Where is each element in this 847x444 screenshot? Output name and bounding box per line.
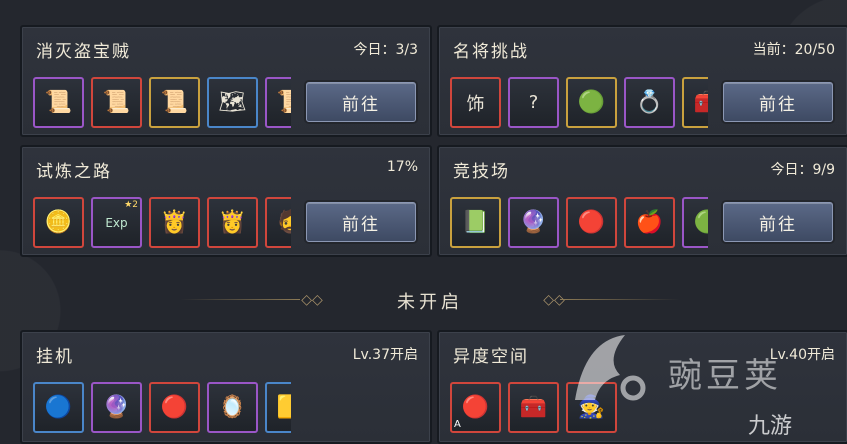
panel-status: 今日：3/3 (353, 42, 418, 58)
reward-item[interactable]: 🧔 (265, 197, 291, 248)
gold-scroll-icon: 📜 (160, 90, 189, 115)
red-fruit-icon: 🍎 (635, 210, 664, 235)
panel-generals: 名将挑战 当前：20/50 饰? 🟢 💍 🧰 前往 (437, 25, 847, 137)
unknown-item-icon: ? (528, 92, 539, 113)
ornament-shield-icon: 饰 (466, 93, 485, 115)
watermark-bird-logo-icon (575, 335, 646, 401)
hero-portrait-icon: 👸 (218, 210, 247, 235)
jade-token-icon: 📗 (461, 210, 490, 235)
panel-title: 异度空间 (453, 347, 529, 367)
panel-status: 当前：20/50 (752, 42, 835, 58)
blue-orb-icon: 🔵 (44, 395, 73, 420)
panel-idle: 挂机 Lv.37开启 🔵 🔮 🔴 🪞 🟨 (20, 330, 432, 444)
reward-item[interactable]: 🔴 A (450, 382, 501, 433)
reward-items: 📜 📜 📜 🗺 📜 (33, 77, 291, 129)
star-badge: ★2 (124, 200, 138, 210)
gold-coin-icon: 🪙 (44, 210, 73, 235)
exp-book-icon: Exp (105, 215, 128, 230)
jade-pendant-icon: 🟢 (577, 90, 606, 115)
reward-items: 🪙 Exp ★2 👸 👸 🧔 (33, 197, 291, 249)
reward-item[interactable]: ? (508, 77, 559, 128)
reward-item[interactable]: 🟢 (566, 77, 617, 128)
reward-item[interactable]: Exp ★2 (91, 197, 142, 248)
reward-item[interactable]: 饰 (450, 77, 501, 128)
reward-item[interactable]: 📜 (33, 77, 84, 128)
reward-item[interactable]: 👸 (207, 197, 258, 248)
reward-item[interactable]: 💍 (624, 77, 675, 128)
watermark-text: 豌豆荚 (668, 356, 782, 396)
divider-line (560, 299, 680, 300)
reward-items: 📗 🔮 🔴 🍎 🟢 (450, 197, 708, 249)
reward-item[interactable]: 🍎 (624, 197, 675, 248)
reward-items: 饰? 🟢 💍 🧰 (450, 77, 708, 129)
reward-items: 🔵 🔮 🔴 🪞 🟨 (33, 382, 291, 434)
reward-item[interactable]: 📗 (450, 197, 501, 248)
gold-bar-icon: 🟨 (276, 395, 291, 420)
purple-orb-icon: 🔮 (102, 395, 131, 420)
mystery-frame-icon: 🪞 (218, 395, 247, 420)
hero-portrait-icon: 🧔 (276, 210, 291, 235)
treasure-chest-icon: 🧰 (519, 395, 548, 420)
reward-item[interactable]: 🧰 (508, 382, 559, 433)
panel-title: 试炼之路 (36, 162, 112, 182)
red-orb-chest-icon: 🔴 (577, 210, 606, 235)
panel-status: 17% (386, 159, 418, 175)
panel-trial: 试炼之路 17% 🪙 Exp ★2 👸 👸 🧔 前往 (20, 145, 432, 257)
go-button[interactable]: 前往 (306, 82, 416, 122)
panel-title: 消灭盗宝贼 (36, 42, 131, 62)
panel-status: 今日：9/9 (770, 162, 835, 178)
ring-icon: 💍 (635, 90, 664, 115)
purple-orb-icon: 🔮 (519, 210, 548, 235)
reward-item[interactable]: 📜 (149, 77, 200, 128)
green-orb-icon: 🟢 (693, 210, 708, 235)
panel-arena: 竞技场 今日：9/9 📗 🔮 🔴 🍎 🟢 前往 (437, 145, 847, 257)
go-button[interactable]: 前往 (723, 202, 833, 242)
reward-item[interactable]: 🧰 (682, 77, 708, 128)
chest-icon: 🧰 (693, 90, 708, 115)
panel-thieves: 消灭盗宝贼 今日：3/3 📜 📜 📜 🗺 📜 前往 (20, 25, 432, 137)
go-button[interactable]: 前往 (306, 202, 416, 242)
red-chest-icon: 🔴 (461, 395, 490, 420)
reward-item[interactable]: 🔴 (149, 382, 200, 433)
reward-item[interactable]: 🔴 (566, 197, 617, 248)
reward-item[interactable]: 📜 (91, 77, 142, 128)
go-button[interactable]: 前往 (723, 82, 833, 122)
reward-item[interactable]: 📜 (265, 77, 291, 128)
reward-item[interactable]: 🟢 (682, 197, 708, 248)
reward-item[interactable]: 🔵 (33, 382, 84, 433)
red-scroll-icon: 📜 (102, 90, 131, 115)
locked-divider: ◇◇ 未开启 ◇◇ (180, 286, 680, 314)
watermark-9game-logo: 九游 (748, 414, 793, 439)
locked-label: 未开启 (397, 292, 463, 313)
scroll-icon: 📜 (276, 90, 291, 115)
reward-item[interactable]: 🔮 (91, 382, 142, 433)
hero-portrait-icon: 👸 (160, 210, 189, 235)
panel-title: 竞技场 (453, 162, 510, 182)
diamond-ornament-icon: ◇◇ (543, 292, 565, 308)
panel-title: 挂机 (36, 347, 74, 367)
reward-item[interactable]: 🪙 (33, 197, 84, 248)
map-scroll-icon: 🗺 (218, 90, 247, 115)
reward-item[interactable]: 🪞 (207, 382, 258, 433)
reward-item[interactable]: 👸 (149, 197, 200, 248)
reward-item[interactable]: 🔮 (508, 197, 559, 248)
panel-status: Lv.37开启 (352, 347, 418, 363)
red-orb-icon: 🔴 (160, 395, 189, 420)
reward-item[interactable]: 🗺 (207, 77, 258, 128)
reward-item[interactable]: 🟨 (265, 382, 291, 433)
panel-title: 名将挑战 (453, 42, 529, 62)
scroll-icon: 📜 (44, 90, 73, 115)
grade-label: A (454, 419, 461, 430)
